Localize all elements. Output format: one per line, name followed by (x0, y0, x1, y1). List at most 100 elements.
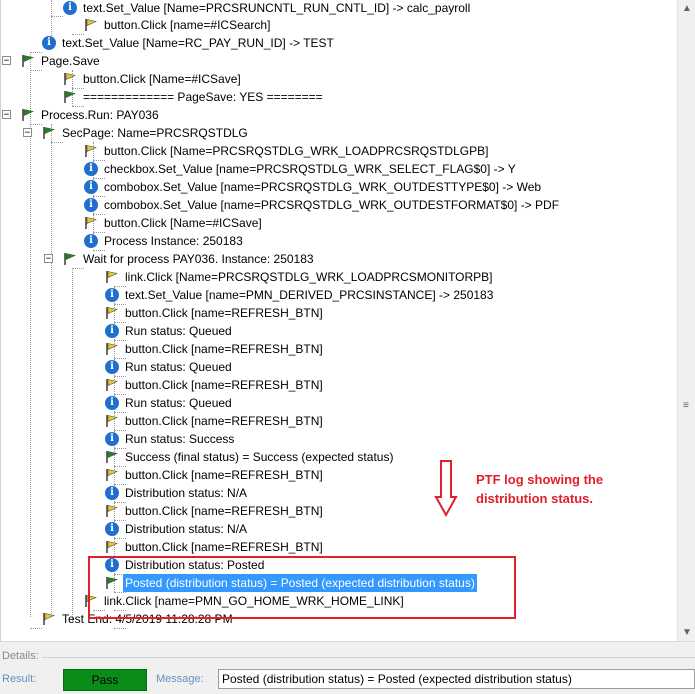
collapse-toggle-icon[interactable]: − (23, 128, 32, 138)
info-icon: i (42, 36, 56, 50)
green-flag-icon (63, 252, 77, 266)
tree-row[interactable]: − SecPage: Name=PRCSRQSTDLG (23, 124, 678, 142)
chevron-down-icon[interactable]: ▼ (678, 624, 695, 641)
highlight-box (88, 556, 516, 619)
tree-row-label: Run status: Queued (125, 396, 232, 410)
yellow-flag-icon (105, 504, 119, 518)
tree-row-label: Run status: Queued (125, 324, 232, 338)
tree-row[interactable]: − Page.Save (2, 52, 678, 70)
collapse-toggle-icon[interactable]: − (2, 110, 11, 120)
tree-row-label: button.Click [name=REFRESH_BTN] (125, 504, 323, 518)
tree-row[interactable]: − Wait for process PAY036. Instance: 2501… (44, 250, 678, 268)
tree-connector-line (30, 70, 42, 71)
tree-row[interactable]: i Distribution status: N/A (105, 520, 678, 538)
tree-row-label: button.Click [Name=#ICSave] (83, 72, 241, 86)
tree-row[interactable]: i checkbox.Set_Value [name=PRCSRQSTDLG_WR… (84, 160, 678, 178)
tree-row[interactable]: − Process.Run: PAY036 (2, 106, 678, 124)
chevron-up-icon[interactable]: ▲ (678, 0, 695, 17)
tree-row[interactable]: button.Click [name=REFRESH_BTN] (105, 538, 678, 556)
green-flag-icon (63, 90, 77, 104)
info-icon: i (105, 486, 119, 500)
yellow-flag-icon (105, 414, 119, 428)
info-icon: i (63, 1, 77, 15)
tree-row-label: Distribution status: N/A (125, 486, 248, 500)
tree-row[interactable]: i Run status: Queued (105, 322, 678, 340)
tree-row-label: text.Set_Value [Name=PRCSRUNCNTL_RUN_CNT… (83, 1, 471, 15)
tree-row[interactable]: i Run status: Queued (105, 358, 678, 376)
info-icon: i (84, 162, 98, 176)
tree-row-label: text.Set_Value [name=PMN_DERIVED_PRCSINS… (125, 288, 494, 302)
tree-row-label: Run status: Queued (125, 360, 232, 374)
tree-connector-line (51, 16, 63, 17)
tree-row-label: button.Click [name=REFRESH_BTN] (125, 342, 323, 356)
tree-row-label: button.Click [name=#ICSearch] (104, 18, 271, 32)
tree-row-label: Process Instance: 250183 (104, 234, 243, 248)
yellow-flag-icon (105, 342, 119, 356)
tree-row-label: button.Click [name=REFRESH_BTN] (125, 306, 323, 320)
yellow-flag-icon (105, 468, 119, 482)
tree-connector-line (51, 0, 52, 36)
tree-row-label: Run status: Success (125, 432, 235, 446)
tree-row[interactable]: Success (final status) = Success (expect… (105, 448, 678, 466)
annotation-text: PTF log showing the distribution status. (476, 472, 604, 506)
info-icon: i (105, 396, 119, 410)
yellow-flag-icon (105, 378, 119, 392)
tree-row-label: Wait for process PAY036. Instance: 25018… (83, 252, 314, 266)
tree-connector-line (51, 124, 52, 614)
tree-row-label: button.Click [name=REFRESH_BTN] (125, 468, 323, 482)
tree-row[interactable]: i Run status: Success (105, 430, 678, 448)
tree-row-label: link.Click [Name=PRCSRQSTDLG_WRK_LOADPRC… (125, 270, 493, 284)
tree-connector-line (30, 124, 42, 125)
tree-row[interactable]: button.Click [name=REFRESH_BTN] (105, 376, 678, 394)
tree-row[interactable]: button.Click [Name=#ICSave] (63, 70, 678, 88)
message-label: Message: (156, 673, 204, 685)
yellow-flag-icon (84, 216, 98, 230)
yellow-flag-icon (105, 540, 119, 554)
scroll-grip-icon[interactable]: ≡ (683, 401, 691, 411)
vertical-scrollbar[interactable]: ▲ ≡ ▼ (677, 0, 695, 641)
tree-row[interactable]: i combobox.Set_Value [name=PRCSRQSTDLG_WR… (84, 196, 678, 214)
green-flag-icon (21, 108, 35, 122)
tree-connector-line (51, 142, 63, 143)
tree-row-label: button.Click [name=REFRESH_BTN] (125, 378, 323, 392)
tree-row[interactable]: button.Click [name=REFRESH_BTN] (105, 304, 678, 322)
tree-row-label: combobox.Set_Value [name=PRCSRQSTDLG_WRK… (104, 180, 542, 194)
log-tree-view[interactable]: i text.Set_Value [Name=PRCSRUNCNTL_RUN_CN… (0, 0, 678, 641)
collapse-toggle-icon[interactable]: − (2, 56, 11, 66)
tree-row[interactable]: i Run status: Queued (105, 394, 678, 412)
info-icon: i (105, 522, 119, 536)
yellow-flag-icon (42, 612, 56, 626)
tree-row[interactable]: button.Click [name=REFRESH_BTN] (105, 340, 678, 358)
tree-row-label: combobox.Set_Value [name=PRCSRQSTDLG_WRK… (104, 198, 560, 212)
tree-row[interactable]: ============= PageSave: YES ======== (63, 88, 678, 106)
info-icon: i (84, 234, 98, 248)
info-icon: i (105, 288, 119, 302)
tree-row[interactable]: button.Click [name=#ICSearch] (84, 16, 678, 34)
yellow-flag-icon (105, 270, 119, 284)
tree-row-label: button.Click [name=REFRESH_BTN] (125, 414, 323, 428)
tree-row[interactable]: i combobox.Set_Value [name=PRCSRQSTDLG_WR… (84, 178, 678, 196)
tree-row-label: button.Click [Name=PRCSRQSTDLG_WRK_LOADP… (104, 144, 489, 158)
result-label: Result: (2, 673, 37, 685)
tree-row[interactable]: i Process Instance: 250183 (84, 232, 678, 250)
tree-row-label: Process.Run: PAY036 (41, 108, 159, 122)
tree-row[interactable]: link.Click [Name=PRCSRQSTDLG_WRK_LOADPRC… (105, 268, 678, 286)
tree-row-label: button.Click [Name=#ICSave] (104, 216, 262, 230)
green-flag-icon (105, 450, 119, 464)
tree-row[interactable]: button.Click [name=REFRESH_BTN] (105, 412, 678, 430)
details-panel: Details: Result: Pass Message: Posted (d… (0, 641, 695, 694)
tree-row[interactable]: button.Click [Name=PRCSRQSTDLG_WRK_LOADP… (84, 142, 678, 160)
tree-connector-line (114, 628, 126, 629)
tree-row[interactable]: i text.Set_Value [name=PMN_DERIVED_PRCSIN… (105, 286, 678, 304)
tree-row[interactable]: button.Click [Name=#ICSave] (84, 214, 678, 232)
info-icon: i (84, 198, 98, 212)
message-field[interactable]: Posted (distribution status) = Posted (e… (218, 669, 695, 689)
tree-row[interactable]: i text.Set_Value [Name=RC_PAY_RUN_ID] -> … (42, 34, 678, 52)
collapse-toggle-icon[interactable]: − (44, 254, 53, 264)
info-icon: i (105, 360, 119, 374)
yellow-flag-icon (84, 18, 98, 32)
tree-row-label: SecPage: Name=PRCSRQSTDLG (62, 126, 248, 140)
green-flag-icon (21, 54, 35, 68)
tree-row[interactable]: i text.Set_Value [Name=PRCSRUNCNTL_RUN_CN… (63, 0, 678, 17)
tree-connector-line (72, 268, 73, 623)
